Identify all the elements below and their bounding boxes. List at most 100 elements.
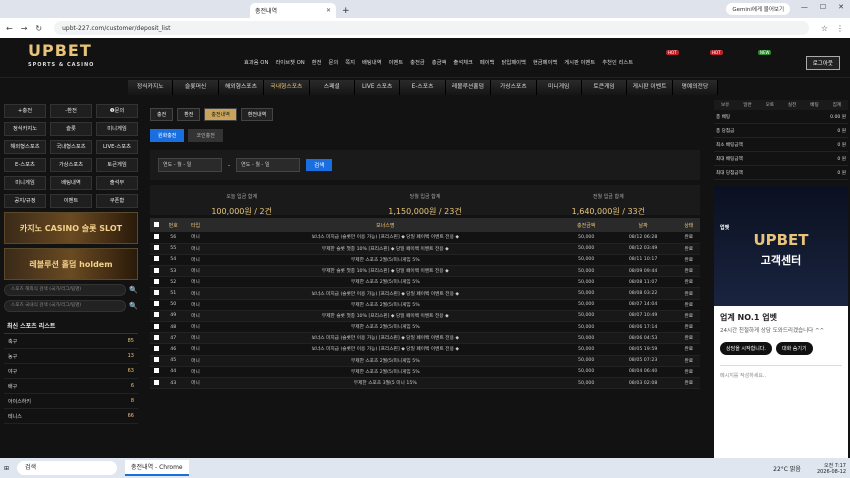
- date-from-input[interactable]: 연도 - 월 - 일: [158, 158, 222, 172]
- sidebar-button[interactable]: 미니게임: [4, 176, 46, 190]
- url-field[interactable]: upbt-227.com/customer/deposit_list: [54, 21, 809, 35]
- sport-row[interactable]: 야구 63: [4, 364, 138, 379]
- stat-tab[interactable]: 집계: [826, 100, 848, 110]
- row-checkbox[interactable]: [153, 245, 159, 251]
- nav-item[interactable]: E-스포츠: [400, 80, 446, 95]
- top-link[interactable]: 환전: [312, 58, 322, 66]
- row-checkbox[interactable]: [153, 345, 159, 351]
- nav-item[interactable]: 슬롯머신: [173, 80, 219, 95]
- sidebar-button[interactable]: 정식카지노: [4, 122, 46, 136]
- sidebar-button[interactable]: 공지/규정: [4, 194, 46, 208]
- row-checkbox[interactable]: [153, 368, 159, 374]
- stat-tab[interactable]: 배팅: [803, 100, 825, 110]
- nav-item[interactable]: 명예의전당: [672, 80, 719, 95]
- stat-tab[interactable]: 오토: [759, 100, 781, 110]
- logout-button[interactable]: 로그아웃: [805, 56, 840, 70]
- logo[interactable]: UPBET SPORTS & CASINO: [28, 42, 94, 72]
- row-checkbox[interactable]: [153, 301, 159, 307]
- nav-item[interactable]: 국내형스포츠: [264, 80, 310, 95]
- nav-item[interactable]: 스페셜: [309, 80, 355, 95]
- tab[interactable]: 충전: [150, 108, 174, 121]
- gemini-button[interactable]: Gemini에게 물어보기: [726, 3, 790, 15]
- top-link[interactable]: 배팅내역: [362, 58, 382, 66]
- nav-item[interactable]: 토큰게임: [581, 80, 628, 95]
- top-link[interactable]: 닭입페이백: [502, 58, 526, 66]
- nav-item[interactable]: 해외형스포츠: [218, 80, 265, 95]
- top-link[interactable]: 출석체크: [453, 58, 473, 66]
- row-checkbox[interactable]: [153, 278, 159, 284]
- row-checkbox[interactable]: [153, 267, 159, 273]
- stat-tab[interactable]: 일반: [736, 100, 758, 110]
- stat-tab[interactable]: 보유: [714, 100, 736, 110]
- top-link[interactable]: 라이브챗 ON: [275, 58, 304, 66]
- top-link[interactable]: 총금액: [432, 58, 447, 66]
- sidebar-button[interactable]: 쿠폰함: [96, 194, 138, 208]
- nav-item[interactable]: 미니게임: [536, 80, 582, 95]
- sidebar-button[interactable]: 토큰게임: [96, 158, 138, 172]
- top-link[interactable]: 문의: [329, 58, 339, 66]
- holdem-banner[interactable]: 레볼루션 홀덤 holdem: [4, 248, 138, 280]
- top-link[interactable]: 게시판 이벤트: [564, 58, 595, 66]
- sport-search-input[interactable]: 스포츠 해외식 검색 (국가/리그/팀명): [4, 284, 127, 296]
- sport-row[interactable]: 아이스하키 8: [4, 394, 138, 409]
- taskbar-search[interactable]: 검색: [17, 461, 118, 475]
- browser-tab[interactable]: 충전내역 ✕: [250, 3, 336, 18]
- sidebar-button[interactable]: E-스포츠: [4, 158, 46, 172]
- nav-item[interactable]: LIVE 스포츠: [354, 80, 401, 95]
- sidebar-button[interactable]: 슬롯: [50, 122, 92, 136]
- sport-row[interactable]: 테니스 66: [4, 409, 138, 424]
- close-window-icon[interactable]: ✕: [838, 3, 844, 11]
- select-all-checkbox[interactable]: [153, 221, 159, 227]
- start-chat-button[interactable]: 상담을 시작합니다.: [720, 342, 772, 355]
- sidebar-button[interactable]: 배팅내역: [50, 176, 92, 190]
- row-checkbox[interactable]: [153, 323, 159, 329]
- close-icon[interactable]: ✕: [326, 7, 331, 14]
- row-checkbox[interactable]: [153, 233, 159, 239]
- nav-item[interactable]: 게시판 이벤트: [627, 80, 673, 95]
- tab[interactable]: 환전내역: [240, 108, 274, 121]
- tab[interactable]: 환전: [177, 108, 201, 121]
- nav-item[interactable]: 가상스포츠: [491, 80, 537, 95]
- top-link[interactable]: 이벤트: [389, 58, 404, 66]
- top-link[interactable]: 추천인 리스트: [602, 58, 633, 66]
- nav-item[interactable]: 정식카지노: [128, 80, 174, 95]
- taskbar-chrome-app[interactable]: 충전내역 - Chrome: [125, 460, 189, 476]
- menu-icon[interactable]: ⋮: [836, 24, 844, 33]
- reload-icon[interactable]: ↻: [35, 24, 42, 33]
- sport-search-input-domestic[interactable]: 스포츠 국내식 검색 (국가/리그/팀명): [4, 300, 127, 312]
- sidebar-button[interactable]: ❶문의: [96, 104, 138, 118]
- sport-row[interactable]: 축구 85: [4, 334, 138, 349]
- stat-tab[interactable]: 실전: [781, 100, 803, 110]
- maximize-icon[interactable]: ☐: [820, 3, 826, 11]
- subtab[interactable]: 원화충전: [150, 129, 185, 142]
- row-checkbox[interactable]: [153, 357, 159, 363]
- row-checkbox[interactable]: [153, 334, 159, 340]
- hide-chat-button[interactable]: 대화 숨기기: [775, 342, 813, 355]
- sidebar-button[interactable]: 출석부: [96, 176, 138, 190]
- back-icon[interactable]: ←: [6, 24, 13, 33]
- sidebar-button[interactable]: 가상스포츠: [50, 158, 92, 172]
- date-to-input[interactable]: 연도 - 월 - 일: [236, 158, 301, 172]
- sidebar-button[interactable]: 미니게임: [96, 122, 138, 136]
- search-icon[interactable]: 🔍: [129, 286, 138, 294]
- top-link[interactable]: 충전금: [410, 58, 425, 66]
- sport-row[interactable]: 배구 6: [4, 379, 138, 394]
- sidebar-button[interactable]: +충전: [4, 104, 46, 118]
- search-button[interactable]: 검색: [306, 159, 333, 171]
- windows-start-icon[interactable]: ⊞: [4, 465, 9, 472]
- sidebar-button[interactable]: 이벤트: [50, 194, 92, 208]
- sport-row[interactable]: 농구 13: [4, 349, 138, 364]
- row-checkbox[interactable]: [153, 379, 159, 385]
- search-icon[interactable]: 🔍: [129, 302, 138, 310]
- new-tab-icon[interactable]: +: [342, 6, 350, 16]
- casino-banner[interactable]: 카지노 CASINO 슬롯 SLOT: [4, 212, 138, 244]
- minimize-icon[interactable]: —: [801, 3, 808, 11]
- top-link[interactable]: 쪽지: [345, 58, 355, 66]
- star-icon[interactable]: ☆: [821, 24, 828, 33]
- sidebar-button[interactable]: -환전: [50, 104, 92, 118]
- row-checkbox[interactable]: [153, 256, 159, 262]
- tab[interactable]: 충전내역: [204, 108, 237, 121]
- sidebar-button[interactable]: LIVE-스포츠: [96, 140, 138, 154]
- sidebar-button[interactable]: 해외형스포츠: [4, 140, 46, 154]
- sidebar-button[interactable]: 국내형스포츠: [50, 140, 92, 154]
